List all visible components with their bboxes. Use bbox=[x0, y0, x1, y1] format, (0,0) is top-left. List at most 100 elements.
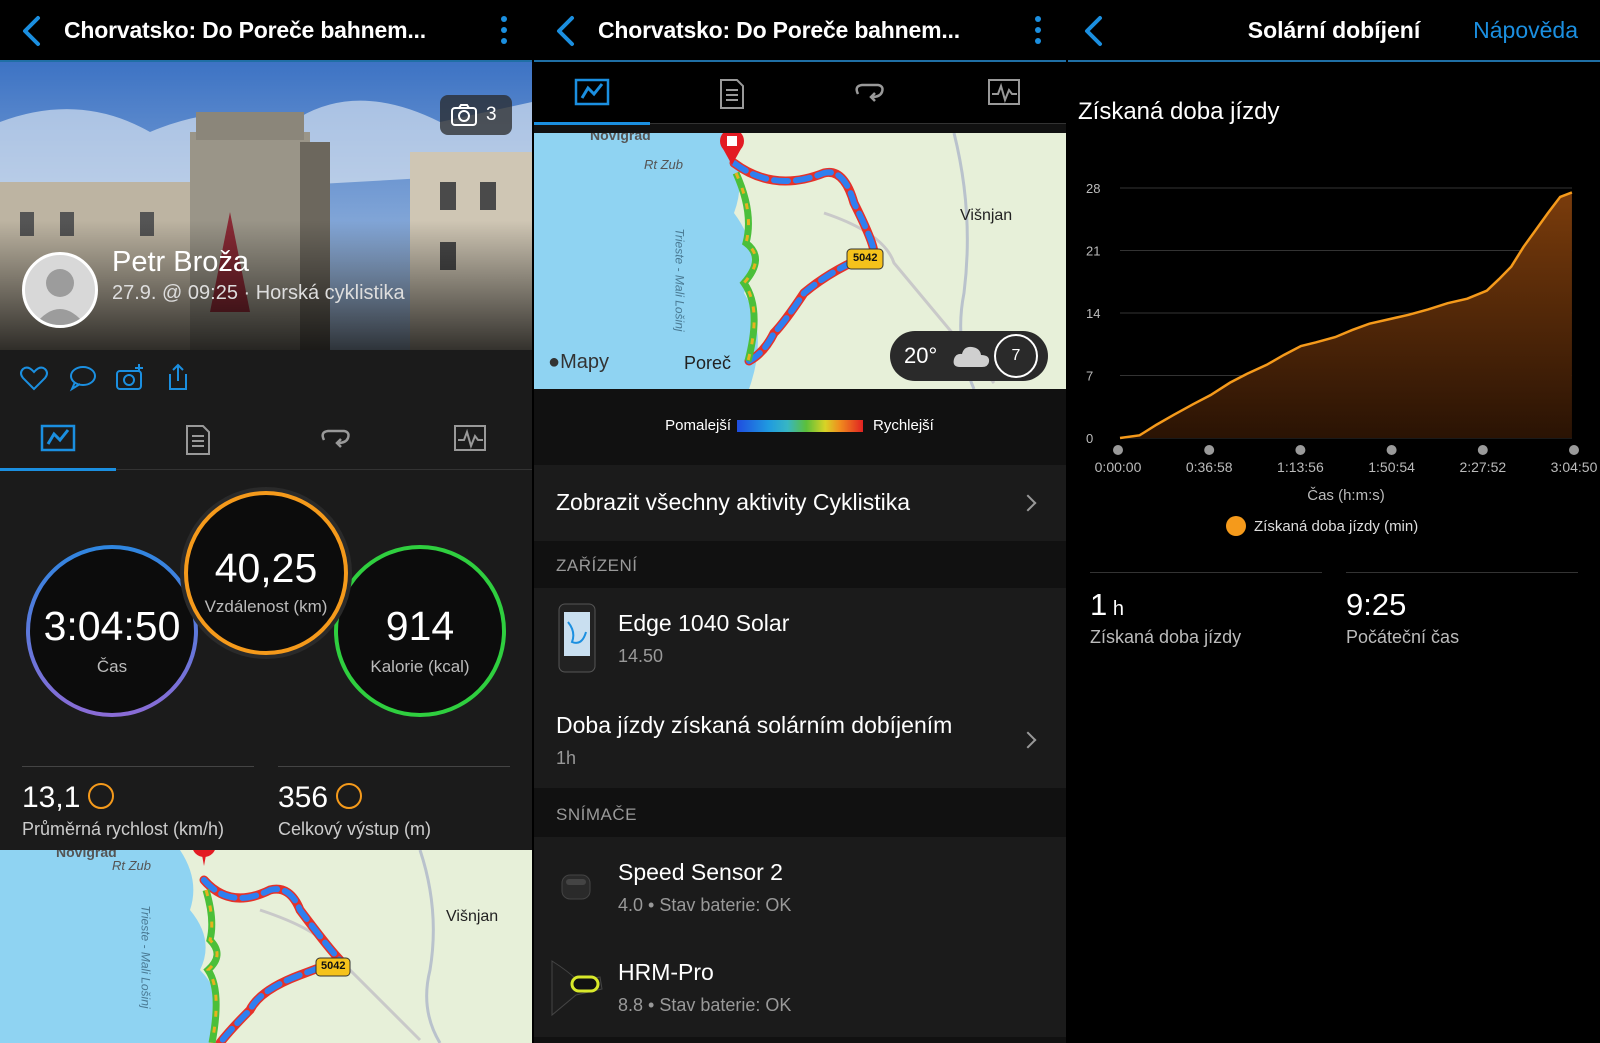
legend-marker bbox=[1226, 516, 1246, 536]
laps-icon bbox=[321, 429, 350, 448]
avatar[interactable] bbox=[22, 252, 98, 328]
avg-speed-stat: 13,1 Průměrná rychlost (km/h) bbox=[22, 766, 254, 840]
document-icon bbox=[720, 79, 744, 109]
map-label-ferry: Trieste - Mali Lošinj bbox=[138, 905, 153, 1009]
chart-tab-icon bbox=[988, 79, 1020, 105]
tab-details[interactable] bbox=[667, 62, 797, 124]
map-image bbox=[0, 850, 442, 1043]
solar-screen: Solární dobíjení Nápověda Získaná doba j… bbox=[1068, 0, 1600, 1043]
solar-chart[interactable]: 0 7 14 21 28 0:00:00 0:36:58 1:13:56 1:50:54 2:27… bbox=[1068, 150, 1600, 550]
activity-photo[interactable]: 3 Petr Broža 27.9. @ 09:25 · Horská cykl… bbox=[0, 62, 532, 350]
sensor-row[interactable]: Speed Sensor 2 4.0 • Stav baterie: OK bbox=[534, 837, 1066, 937]
x-tick-label: 1:13:56 bbox=[1277, 459, 1324, 475]
section-device-header: ZAŘÍZENÍ bbox=[556, 556, 638, 575]
distance-value: 40,25 bbox=[214, 545, 318, 591]
x-tick-marker[interactable] bbox=[1204, 445, 1215, 455]
activity-screen: Chorvatsko: Do Poreče bahnem... 3 Petr B… bbox=[0, 0, 532, 1043]
x-tick-marker[interactable] bbox=[1569, 445, 1579, 455]
tab-charts[interactable] bbox=[405, 408, 532, 470]
y-tick-label: 0 bbox=[1086, 431, 1093, 446]
document-icon bbox=[186, 425, 210, 455]
distance-label: Vzdálenost (km) bbox=[204, 597, 328, 616]
back-arrow-icon[interactable] bbox=[548, 12, 584, 50]
map-road-badge: 5042 bbox=[321, 960, 346, 972]
solar-row-title: Doba jízdy získaná solárním dobíjením bbox=[556, 712, 953, 738]
route-map[interactable]: Novigrad Rt Zub Višnjan Poreč 5042 Tries… bbox=[534, 133, 1066, 389]
help-link[interactable]: Nápověda bbox=[1473, 17, 1578, 44]
y-tick-label: 21 bbox=[1086, 244, 1100, 259]
tab-laps[interactable] bbox=[804, 62, 934, 124]
photo-count: 3 bbox=[486, 104, 497, 125]
top-bar: Chorvatsko: Do Poreče bahnem... bbox=[534, 0, 1066, 62]
x-tick-marker[interactable] bbox=[1295, 445, 1306, 455]
share-icon[interactable] bbox=[162, 362, 194, 394]
time-stat: 3:04:50 Čas bbox=[28, 547, 196, 715]
calories-value: 914 bbox=[385, 603, 455, 649]
gained-time-metric: 1 h Získaná doba jízdy bbox=[1090, 572, 1322, 648]
laps-icon bbox=[855, 83, 884, 102]
solar-charging-row[interactable]: Doba jízdy získaná solárním dobíjením 1h bbox=[534, 688, 1066, 788]
map-label-novigrad: Novigrad bbox=[56, 850, 117, 860]
ascent-label: Celkový výstup (m) bbox=[278, 819, 432, 839]
chart-tab-icon bbox=[454, 425, 486, 451]
map-label-rt-zub: Rt Zub bbox=[644, 157, 684, 172]
start-value: 9:25 bbox=[1346, 587, 1407, 622]
pulse-icon bbox=[336, 783, 363, 809]
ascent-stat: 356 Celkový výstup (m) bbox=[278, 766, 510, 840]
sensor-info: 4.0 • Stav baterie: OK bbox=[618, 895, 792, 915]
section-sensors-header: SNÍMAČE bbox=[556, 805, 637, 824]
tab-charts[interactable] bbox=[939, 62, 1066, 124]
gained-unit: h bbox=[1112, 598, 1124, 620]
sensor-name: HRM-Pro bbox=[618, 959, 714, 985]
activity-title: Chorvatsko: Do Poreče bahnem... bbox=[64, 17, 426, 43]
x-tick-marker[interactable] bbox=[1113, 445, 1123, 455]
tab-details[interactable] bbox=[133, 408, 263, 470]
tab-overview[interactable] bbox=[534, 62, 650, 125]
device-row[interactable]: Edge 1040 Solar 14.50 bbox=[534, 588, 1066, 688]
tab-overview[interactable] bbox=[0, 408, 116, 471]
add-photo-icon[interactable] bbox=[114, 362, 146, 394]
all-activities-link[interactable]: Zobrazit všechny aktivity Cyklistika bbox=[534, 465, 1066, 541]
solar-row-value: 1h bbox=[556, 748, 577, 768]
tab-laps[interactable] bbox=[270, 408, 400, 470]
more-menu-icon[interactable] bbox=[498, 16, 510, 48]
time-value: 3:04:50 bbox=[43, 603, 181, 649]
back-arrow-icon[interactable] bbox=[14, 12, 50, 50]
all-activities-text: Zobrazit všechny aktivity Cyklistika bbox=[556, 489, 911, 515]
more-menu-icon[interactable] bbox=[1032, 16, 1044, 48]
overview-tab-icon bbox=[574, 78, 610, 106]
activity-tabs bbox=[0, 408, 532, 471]
x-tick-marker[interactable] bbox=[1477, 445, 1488, 455]
legend-slow: Pomalejší bbox=[665, 417, 731, 434]
apple-logo-icon: ● bbox=[548, 351, 561, 373]
chart-title: Získaná doba jízdy bbox=[1078, 98, 1280, 125]
action-row bbox=[0, 350, 532, 408]
comment-icon[interactable] bbox=[66, 362, 98, 394]
heart-rate-strap-icon bbox=[551, 960, 603, 1017]
chevron-right-icon bbox=[1019, 731, 1037, 749]
device-version: 14.50 bbox=[618, 646, 664, 666]
map-label-rt-zub: Rt Zub bbox=[112, 858, 152, 873]
heart-icon[interactable] bbox=[18, 362, 50, 394]
weather-pill[interactable]: 20° 7 bbox=[890, 331, 1048, 381]
avg-speed-value: 13,1 bbox=[22, 781, 81, 814]
photo-count-badge[interactable]: 3 bbox=[440, 95, 512, 135]
map-road-badge: 5042 bbox=[853, 252, 878, 264]
y-tick-label: 7 bbox=[1086, 369, 1093, 384]
camera-icon bbox=[451, 104, 477, 126]
legend-label: Získaná doba jízdy (min) bbox=[1254, 518, 1418, 535]
temperature: 20° bbox=[904, 343, 938, 368]
top-bar: Solární dobíjení Nápověda bbox=[1068, 0, 1600, 62]
user-name[interactable]: Petr Broža bbox=[112, 246, 249, 279]
x-tick-label: 0:00:00 bbox=[1095, 459, 1142, 475]
x-axis-label: Čas (h:m:s) bbox=[1307, 487, 1385, 504]
start-label: Počáteční čas bbox=[1346, 627, 1460, 647]
time-label: Čas bbox=[96, 657, 128, 676]
sensor-row[interactable]: HRM-Pro 8.8 • Stav baterie: OK bbox=[534, 937, 1066, 1037]
route-map[interactable]: Novigrad Rt Zub Višnjan 5042 Trieste - M… bbox=[0, 850, 532, 1043]
series-area bbox=[1120, 192, 1572, 438]
x-tick-marker[interactable] bbox=[1386, 445, 1397, 455]
x-tick-label: 2:27:52 bbox=[1459, 459, 1506, 475]
activity-title: Chorvatsko: Do Poreče bahnem... bbox=[598, 17, 960, 43]
map-label-porec: Poreč bbox=[684, 353, 732, 373]
